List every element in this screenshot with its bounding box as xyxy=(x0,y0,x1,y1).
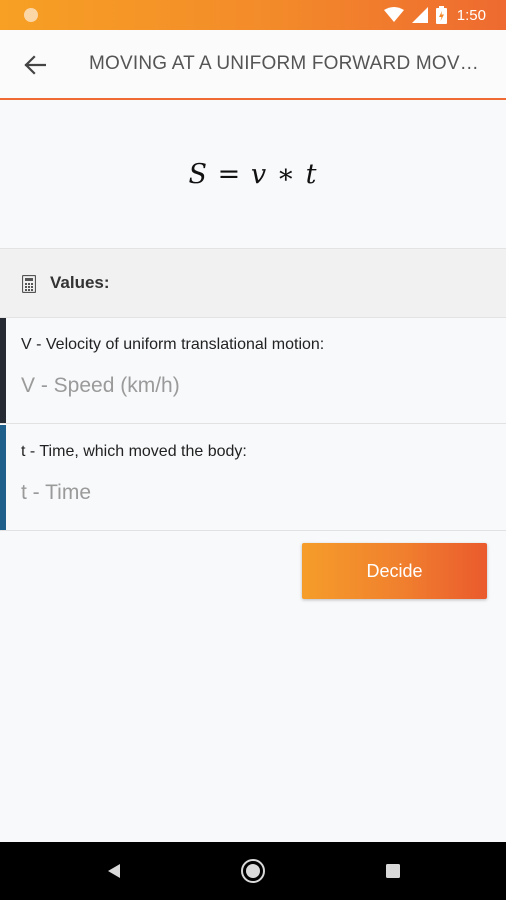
nav-recents-button[interactable] xyxy=(378,856,408,886)
home-circle-icon xyxy=(241,859,265,883)
app-bar: MOVING AT A UNIFORM FORWARD MOVEM… xyxy=(0,30,506,100)
values-title: Values: xyxy=(50,273,110,292)
formula-area: S = v ∗ t xyxy=(0,100,506,248)
back-triangle-icon xyxy=(108,864,120,878)
velocity-field-group: V - Velocity of uniform translational mo… xyxy=(0,318,506,424)
formula: S = v ∗ t xyxy=(188,158,318,190)
wifi-icon xyxy=(383,7,404,22)
arrow-left-icon xyxy=(24,55,46,75)
time-label: t - Time, which moved the body: xyxy=(21,443,247,460)
time-input[interactable] xyxy=(21,475,481,511)
decide-button[interactable]: Decide xyxy=(302,543,487,599)
system-nav-bar xyxy=(0,842,506,900)
status-icons: 1:50 xyxy=(383,5,486,25)
back-button[interactable] xyxy=(16,46,54,84)
field-accent-bar xyxy=(0,318,6,423)
battery-icon xyxy=(435,6,447,24)
values-header: Values: xyxy=(0,248,506,318)
notification-dot-icon xyxy=(24,8,38,22)
field-accent-bar xyxy=(0,425,6,530)
signal-icon xyxy=(411,7,428,23)
time-field-group: t - Time, which moved the body: xyxy=(0,425,506,531)
nav-back-button[interactable] xyxy=(99,856,129,886)
recents-square-icon xyxy=(386,864,400,878)
calculator-icon xyxy=(22,275,36,293)
page-title: MOVING AT A UNIFORM FORWARD MOVEM… xyxy=(89,53,489,74)
velocity-label: V - Velocity of uniform translational mo… xyxy=(21,336,325,353)
velocity-input[interactable] xyxy=(21,368,481,404)
status-time: 1:50 xyxy=(456,6,486,24)
status-bar: 1:50 xyxy=(0,0,506,30)
nav-home-button[interactable] xyxy=(238,856,268,886)
